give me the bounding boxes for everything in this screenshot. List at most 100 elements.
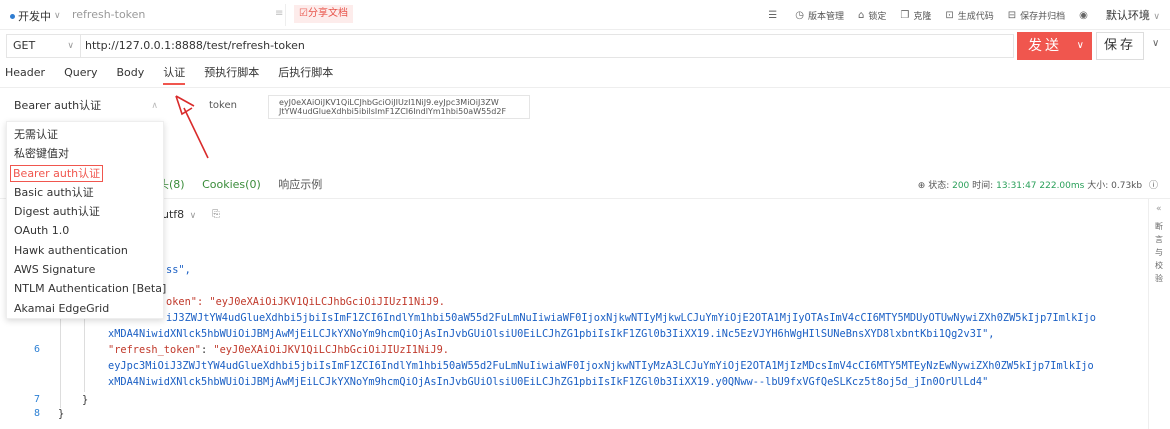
auth-option-none[interactable]: 无需认证	[7, 125, 163, 144]
code-line: xMDA4NiwidXNlck5hbWUiOiJBMjAwMjEiLCJkYXN…	[108, 376, 989, 388]
response-divider	[0, 198, 1170, 199]
toolbar: ☰ ◷ 版本管理 ⌂ 锁定 ❐ 克隆 ⊡ 生成代码 ⊟ 保存并归档 ◉ 默认环境 ∨	[754, 0, 1160, 30]
env-view-button[interactable]: ◉	[1079, 10, 1092, 21]
tab-auth[interactable]: 认证	[163, 65, 186, 85]
version-button[interactable]: ◷ 版本管理	[795, 9, 844, 22]
encoding-value: utf8	[162, 208, 185, 221]
code-string: "eyJ0eXAiOiJKV1QiLCJhbGciOiJIUzI1NiJ9.	[209, 296, 445, 308]
status-dot	[10, 13, 15, 19]
chevron-down-icon[interactable]: ∨	[1077, 32, 1084, 60]
time-value: 13:31:47	[996, 181, 1037, 191]
lock-icon: ⌂	[858, 9, 865, 21]
auth-type-dropdown: 无需认证 私密键值对 Bearer auth认证 Basic auth认证 Di…	[6, 121, 166, 319]
collapse-icon[interactable]: «	[1156, 204, 1162, 214]
clock-icon: ◷	[795, 9, 804, 21]
chevron-down-icon[interactable]: ∨	[1152, 38, 1159, 49]
send-button[interactable]: 发送 ∨	[1017, 32, 1092, 60]
tab-response-cookies[interactable]: Cookies(0)	[202, 178, 261, 191]
tab-query[interactable]: Query	[64, 65, 97, 85]
list-icon: ☰	[768, 9, 778, 21]
status-code: 200	[952, 181, 970, 191]
tab-body[interactable]: Body	[117, 65, 145, 85]
auth-option-oauth1[interactable]: OAuth 1.0	[7, 221, 163, 240]
clone-button[interactable]: ❐ 克隆	[900, 9, 931, 22]
archive-icon: ⊟	[1007, 9, 1017, 21]
url-input[interactable]: http://127.0.0.1:8888/test/refresh-token	[80, 34, 1014, 58]
code-string: ss",	[166, 264, 191, 276]
code-key: "refresh_token"	[108, 344, 201, 356]
auth-option-ntlm[interactable]: NTLM Authentication [Beta]	[7, 279, 166, 298]
code-string: "eyJ0eXAiOiJKV1QiLCJhbGciOiJIUzI1NiJ9.	[213, 344, 449, 356]
annotation-arrow	[175, 95, 209, 159]
tab-header[interactable]: Header	[5, 65, 45, 85]
code-line: iJ3ZWJtYW4udGlueXdhbi5jbiIsImF1ZCI6IndlY…	[166, 312, 1096, 324]
method-select[interactable]: GET ∨	[6, 34, 80, 58]
response-status: ⊕ 状态: 200 时间: 13:31:47 222.00ms 大小: 0.73…	[918, 178, 1158, 191]
auth-option-private-kv[interactable]: 私密键值对	[7, 144, 163, 163]
status-label: 开发中	[18, 10, 51, 23]
top-bar: 开发中 ∨ refresh-token ≡ ☑分享文档 ☰ ◷ 版本管理 ⌂ 锁定 …	[0, 0, 1170, 30]
clone-icon: ❐	[900, 9, 910, 21]
token-input[interactable]: eyJ0eXAiOiJKV1QiLCJhbGciOiJIUzI1NiJ9.eyJ…	[268, 95, 530, 119]
code-line: eyJpc3MiOiJ3ZWJtYW4udGlueXdhbi5jbiIsImF1…	[108, 360, 1094, 372]
version-label: 版本管理	[807, 11, 844, 22]
chevron-up-icon: ∧	[151, 101, 158, 111]
auth-type-select[interactable]: Bearer auth认证 ∧	[6, 95, 164, 117]
assert-sidebar-label[interactable]: 断言与校验	[1155, 220, 1165, 285]
share-doc-label: 分享文档	[307, 8, 348, 19]
tab-pre-script[interactable]: 预执行脚本	[204, 65, 259, 85]
copy-icon[interactable]: ⎘	[212, 209, 220, 220]
globe-icon: ⊕	[917, 181, 926, 191]
eye-icon: ◉	[1079, 9, 1088, 21]
send-label: 发送	[1028, 38, 1062, 54]
code-line: }	[58, 408, 65, 420]
chevron-down-icon: ∨	[67, 41, 74, 51]
line-number: 8	[33, 408, 40, 419]
chevron-down-icon: ∨	[189, 211, 197, 221]
auth-option-aws[interactable]: AWS Signature	[7, 260, 163, 279]
code-icon: ⊡	[945, 9, 954, 21]
method-value: GET	[13, 39, 36, 52]
code-key: oken":	[166, 296, 210, 308]
response-tabs: 头(8) Cookies(0) 响应示例	[158, 176, 336, 192]
chevron-down-icon: ∨	[1153, 12, 1160, 22]
line-number: 6	[33, 344, 40, 355]
assert-sidebar: « 断言与校验	[1148, 198, 1170, 429]
chevron-down-icon: ∨	[54, 11, 61, 21]
auth-option-bearer[interactable]: Bearer auth认证	[7, 164, 163, 183]
lock-button[interactable]: ⌂ 锁定	[858, 9, 886, 22]
line-number: 7	[33, 394, 40, 405]
tab-post-script[interactable]: 后执行脚本	[278, 65, 333, 85]
share-icon: ☑	[299, 8, 308, 19]
save-archive-button[interactable]: ⊟ 保存并归档	[1008, 9, 1065, 22]
info-icon[interactable]: ⓘ	[1149, 181, 1158, 191]
api-name-input[interactable]: refresh-token	[72, 8, 145, 21]
code-line: ss",	[166, 264, 191, 276]
auth-option-digest[interactable]: Digest auth认证	[7, 202, 163, 221]
edit-icon[interactable]: ≡	[275, 8, 283, 19]
lock-label: 锁定	[868, 11, 887, 22]
size-label: 大小:	[1087, 181, 1109, 191]
save-button[interactable]: 保存	[1096, 32, 1144, 60]
generate-code-button[interactable]: ⊡ 生成代码	[945, 9, 993, 22]
auth-option-bearer-label: Bearer auth认证	[9, 164, 104, 182]
auth-option-basic[interactable]: Basic auth认证	[7, 183, 163, 202]
environment-label: 默认环境	[1105, 9, 1150, 22]
status-label: 状态:	[928, 181, 950, 191]
code-line: xMDA4NiwidXNlck5hbWUiOiJBMjAwMjEiLCJkYXN…	[108, 328, 995, 340]
request-url-row: GET ∨ http://127.0.0.1:8888/test/refresh…	[0, 32, 1170, 60]
tab-response-example[interactable]: 响应示例	[278, 178, 322, 191]
duration-value: 222.00ms	[1039, 181, 1085, 191]
save-archive-label: 保存并归档	[1020, 11, 1066, 22]
auth-option-hawk[interactable]: Hawk authentication	[7, 241, 163, 260]
environment-select[interactable]: 默认环境 ∨	[1106, 7, 1160, 23]
code-line: }	[82, 394, 89, 406]
auth-option-akamai[interactable]: Akamai EdgeGrid	[7, 299, 163, 318]
status-dropdown[interactable]: 开发中 ∨	[10, 8, 61, 24]
encoding-select[interactable]: utf8 ∨	[162, 208, 196, 221]
share-doc-button[interactable]: ☑分享文档	[294, 5, 353, 23]
size-value: 0.73kb	[1111, 181, 1143, 191]
time-label: 时间:	[972, 181, 994, 191]
list-toggle[interactable]: ☰	[768, 10, 781, 21]
code-line: "refresh_token": "eyJ0eXAiOiJKV1QiLCJhbG…	[108, 344, 449, 356]
